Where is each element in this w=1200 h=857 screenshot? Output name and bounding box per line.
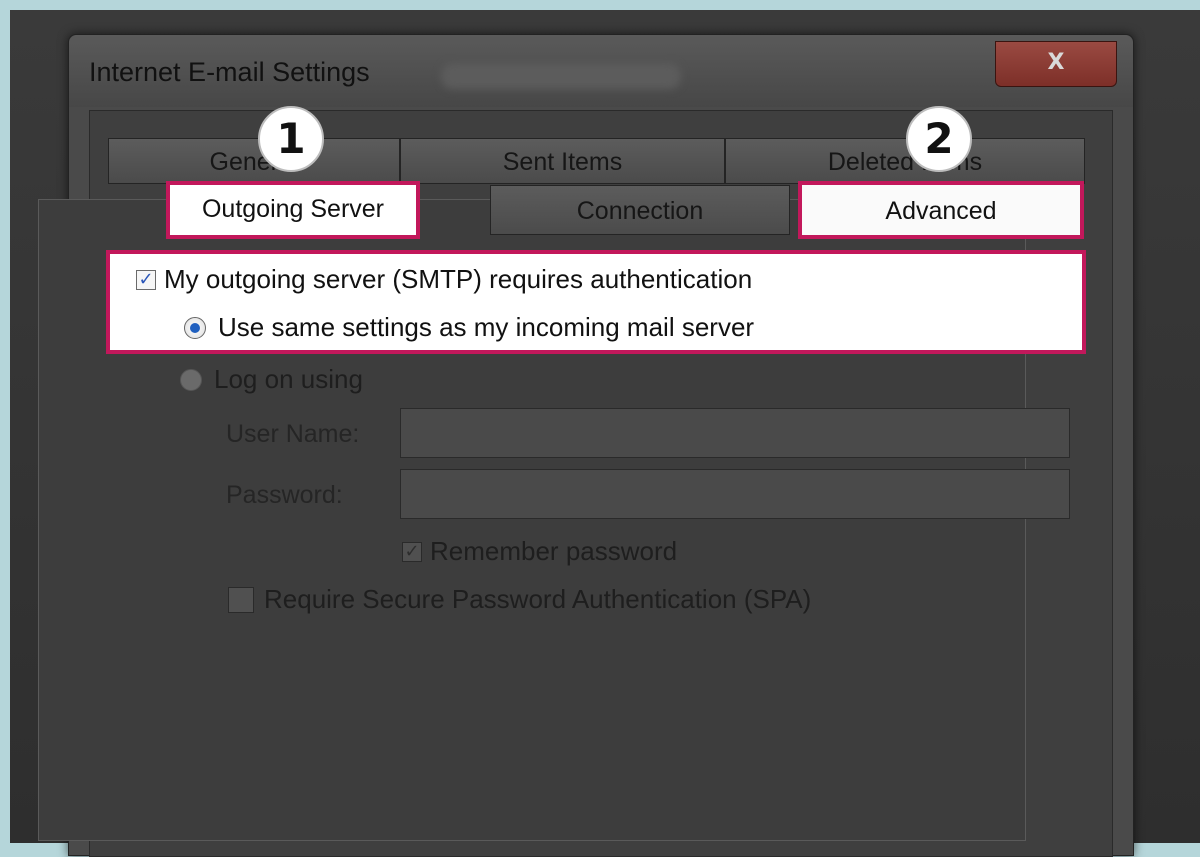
require-spa-checkbox[interactable] <box>228 586 254 613</box>
step-number: 1 <box>276 114 306 163</box>
password-field[interactable] <box>400 469 1070 519</box>
title-bar: Internet E-mail Settings X <box>69 35 1133 107</box>
dialog-title: Internet E-mail Settings <box>89 57 370 87</box>
log-on-using-row: Log on using <box>180 364 363 395</box>
tab-sent-items[interactable]: Sent Items <box>400 138 725 184</box>
close-icon: X <box>1047 50 1065 75</box>
requires-auth-label: My outgoing server (SMTP) requires authe… <box>164 264 753 294</box>
tab-advanced[interactable]: Advanced <box>798 181 1084 239</box>
user-name-field[interactable] <box>400 408 1070 458</box>
requires-auth-checkbox[interactable]: ✓ <box>136 269 156 290</box>
step-badge-2: 2 <box>906 106 972 172</box>
password-label: Password: <box>226 481 343 509</box>
remember-password-label: Remember password <box>430 536 678 566</box>
user-name-label: User Name: <box>226 420 360 448</box>
blurred-title-suffix <box>441 63 681 89</box>
tab-general[interactable]: General <box>108 138 400 184</box>
close-button[interactable]: X <box>995 41 1117 87</box>
tab-label: Outgoing Server <box>201 195 385 223</box>
tab-label: Connection <box>576 197 704 225</box>
step-badge-1: 1 <box>258 106 324 172</box>
require-spa-label: Require Secure Password Authentication (… <box>264 584 812 614</box>
use-same-settings-label: Use same settings as my incoming mail se… <box>218 312 755 342</box>
checkmark-icon: ✓ <box>404 541 420 562</box>
remember-password-row: ✓ Remember password <box>402 536 677 567</box>
use-same-settings-row: Use same settings as my incoming mail se… <box>184 312 754 343</box>
smtp-auth-highlight: ✓ My outgoing server (SMTP) requires aut… <box>106 250 1086 354</box>
use-same-settings-radio[interactable] <box>184 316 206 339</box>
tab-label: Advanced <box>885 197 997 225</box>
tab-deleted-items[interactable]: Deleted Items <box>725 138 1085 184</box>
checkmark-icon: ✓ <box>138 269 154 290</box>
requires-auth-row: ✓ My outgoing server (SMTP) requires aut… <box>136 264 752 295</box>
tab-label: Sent Items <box>502 148 623 176</box>
tab-connection[interactable]: Connection <box>490 185 790 235</box>
remember-password-checkbox[interactable]: ✓ <box>402 541 422 562</box>
log-on-using-label: Log on using <box>214 364 363 394</box>
radio-selected-dot <box>190 322 200 333</box>
step-number: 2 <box>924 114 954 163</box>
tab-outgoing-server[interactable]: Outgoing Server <box>166 181 420 239</box>
require-spa-row: Require Secure Password Authentication (… <box>228 584 811 615</box>
log-on-using-radio[interactable] <box>180 368 202 391</box>
